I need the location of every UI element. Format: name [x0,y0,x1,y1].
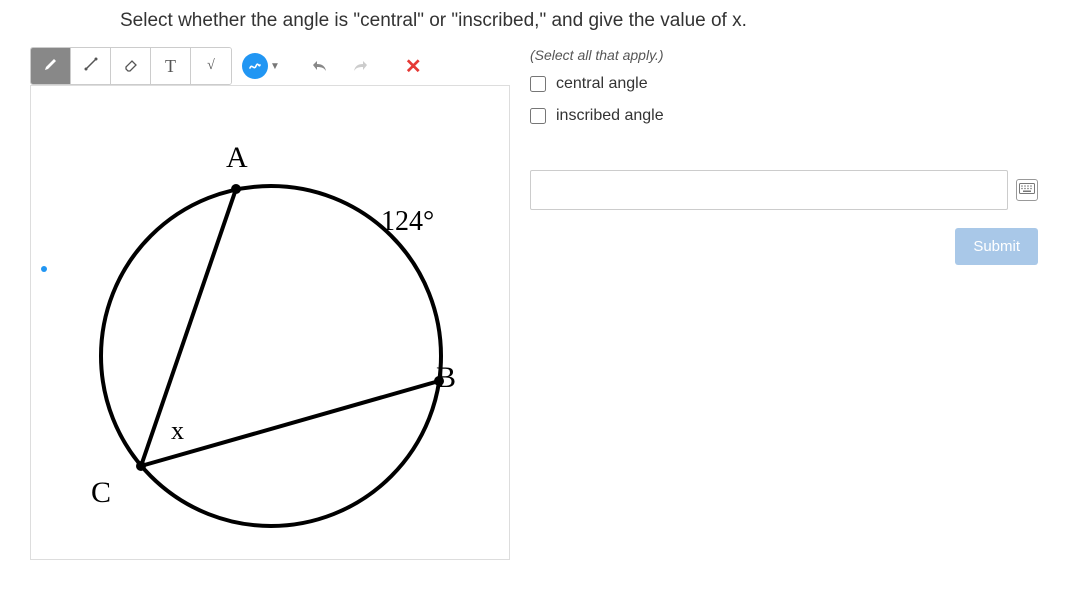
undo-button[interactable] [310,56,330,77]
undo-icon [310,56,330,76]
redo-button[interactable] [350,56,370,77]
label-c: C [91,476,111,510]
answer-input[interactable] [530,170,1008,210]
virtual-keyboard-button[interactable] [1016,179,1038,201]
checkbox-row-inscribed: inscribed angle [530,107,1038,125]
eraser-icon [123,56,139,76]
inscribed-label[interactable]: inscribed angle [556,107,664,125]
math-tool[interactable]: √ [191,48,231,84]
redo-icon [350,56,370,76]
eraser-tool[interactable] [111,48,151,84]
line-tool[interactable] [71,48,111,84]
pencil-icon [43,56,59,76]
close-icon: ✕ [405,56,422,78]
pencil-tool[interactable] [31,48,71,84]
label-a: A [226,141,248,175]
text-tool[interactable]: T [151,48,191,84]
chevron-down-icon[interactable]: ▼ [270,61,280,72]
select-instruction: (Select all that apply.) [530,47,1038,63]
inscribed-checkbox[interactable] [530,108,546,124]
scribble-icon [248,58,262,75]
drawing-panel: T √ ▼ [30,47,510,560]
keyboard-icon [1019,183,1035,197]
central-checkbox[interactable] [530,76,546,92]
question-title: Select whether the angle is "central" or… [120,10,1038,32]
drawing-canvas[interactable]: A 124° B C x [30,85,510,560]
tool-group: T √ [30,47,232,85]
label-x: x [171,416,184,446]
color-picker[interactable] [242,53,268,79]
answer-row [530,170,1038,210]
geometry-diagram [71,141,471,541]
undo-redo-group: ✕ [310,54,422,79]
clear-button[interactable]: ✕ [405,54,422,79]
text-icon: T [165,56,176,77]
label-arc: 124° [381,206,434,238]
central-label[interactable]: central angle [556,75,648,93]
checkbox-row-central: central angle [530,75,1038,93]
drawing-toolbar: T √ ▼ [30,47,510,85]
line-icon [83,56,99,76]
cursor-dot [41,266,47,272]
submit-button[interactable]: Submit [955,228,1038,265]
label-b: B [436,361,456,395]
submit-row: Submit [530,228,1038,265]
sqrt-icon: √ [207,58,215,74]
answer-panel: (Select all that apply.) central angle i… [530,47,1038,560]
